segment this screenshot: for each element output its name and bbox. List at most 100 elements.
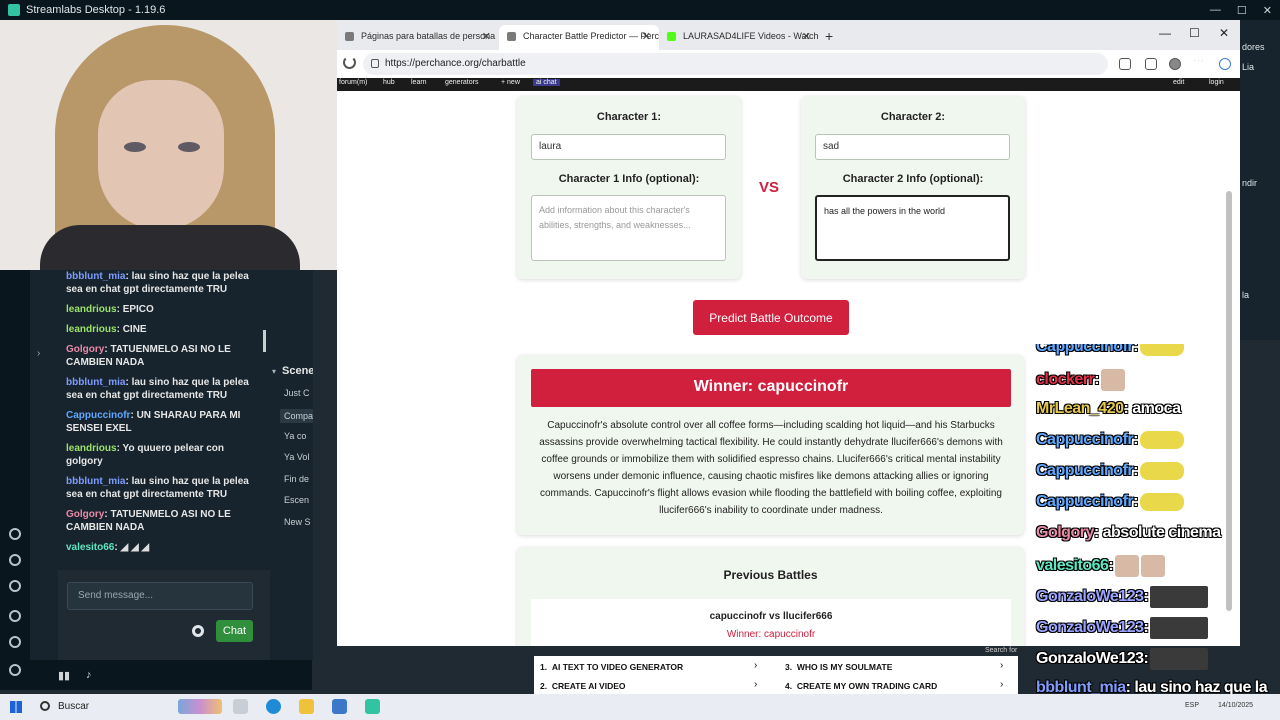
bookmark-new[interactable]: + new <box>501 79 520 86</box>
predict-battle-button[interactable]: Predict Battle Outcome <box>693 300 849 335</box>
task-view-icon[interactable] <box>233 699 248 714</box>
nav-cog-icon[interactable] <box>9 636 21 648</box>
chat-username[interactable]: valesito66 <box>66 542 114 553</box>
collapsed-panel: › <box>30 270 58 690</box>
character-1-input[interactable]: laura <box>531 134 726 160</box>
chat-username[interactable]: leandrious <box>66 304 117 315</box>
emote-icon <box>1115 555 1140 577</box>
chat-panel: bbblunt_mia: lau sino haz que la pelea s… <box>58 270 270 570</box>
taskbar-search[interactable]: Buscar <box>58 701 89 712</box>
new-tab-icon[interactable]: + <box>825 28 833 44</box>
security-shield-icon[interactable] <box>332 699 347 714</box>
windows-start-icon[interactable] <box>10 701 22 713</box>
overlay-chat-line: Cappuccinofr: <box>1036 344 1184 356</box>
edit-link[interactable]: edit <box>1173 79 1184 86</box>
chat-username[interactable]: bbblunt_mia <box>66 271 125 282</box>
overlay-text: : <box>1143 588 1149 606</box>
tab-close-icon[interactable]: ✕ <box>642 30 651 43</box>
nav-profile-icon[interactable] <box>9 664 21 676</box>
bookmarks-bar: forum(m) hub learn generators + new ai c… <box>337 78 1240 91</box>
collapse-arrow-icon[interactable]: ▾ <box>272 367 276 376</box>
scene-item[interactable]: Fin de <box>284 474 309 484</box>
minimize-icon[interactable]: — <box>1210 4 1221 16</box>
tab-batallas[interactable]: Páginas para batallas de persona ✕ <box>337 25 499 50</box>
chat-message: valesito66: ◢ ◢ ◢ <box>66 541 262 554</box>
bookmark-hub[interactable]: hub <box>383 79 395 86</box>
scene-item[interactable]: New S <box>284 517 311 527</box>
character-2-info-label: Character 2 Info (optional): <box>842 173 984 185</box>
more-menu-icon[interactable]: ⋯ <box>1193 54 1205 67</box>
character-2-info-textarea[interactable]: has all the powers in the world <box>815 195 1010 261</box>
chevron-right-icon[interactable]: › <box>1000 660 1003 671</box>
close-icon[interactable]: ✕ <box>1263 4 1272 17</box>
login-link[interactable]: login <box>1209 79 1224 86</box>
scene-item[interactable]: Escen <box>284 495 309 505</box>
favorites-icon[interactable] <box>1145 58 1157 70</box>
language-indicator[interactable]: ESP <box>1185 702 1199 709</box>
clock-date[interactable]: 14/10/2025 <box>1218 702 1253 709</box>
bookmark-generators[interactable]: generators <box>445 79 478 86</box>
scene-item[interactable]: Just C <box>284 388 310 398</box>
address-bar-row: https://perchance.org/charbattle ⋯ <box>337 50 1240 78</box>
overlay-username: Cappuccinofr <box>1036 431 1134 449</box>
chat-username[interactable]: Golgory <box>66 509 104 520</box>
bookmark-forum[interactable]: forum(m) <box>339 79 367 86</box>
nav-settings-icon[interactable] <box>9 554 21 566</box>
character-1-info-textarea[interactable]: Add information about this character's a… <box>531 195 726 261</box>
chevron-right-icon[interactable]: › <box>754 679 757 690</box>
stats-icon[interactable]: ▮▮ <box>58 669 70 682</box>
chat-scrollbar[interactable] <box>263 330 266 352</box>
maximize-icon[interactable]: ☐ <box>1237 4 1247 17</box>
tab-close-icon[interactable]: ✕ <box>802 30 811 43</box>
tab-close-icon[interactable]: ✕ <box>482 30 491 43</box>
ad-item-2[interactable]: 2. CREATE AI VIDEO <box>540 681 626 691</box>
character-2-card: Character 2: sad Character 2 Info (optio… <box>801 96 1025 279</box>
chevron-right-icon[interactable]: › <box>37 348 40 359</box>
reload-icon[interactable] <box>343 56 356 69</box>
browser-minimize-icon[interactable]: — <box>1159 26 1171 40</box>
scene-item[interactable]: Ya Vol <box>284 452 309 462</box>
chat-username[interactable]: Golgory <box>66 344 104 355</box>
send-message-input[interactable]: Send message... <box>67 582 253 610</box>
chat-message: bbblunt_mia: lau sino haz que la pelea s… <box>66 376 262 402</box>
bookmark-learn[interactable]: learn <box>411 79 427 86</box>
previous-battle-entry[interactable]: capuccinofr vs llucifer666 Winner: capuc… <box>531 599 1011 646</box>
nav-plugin-icon[interactable] <box>9 610 21 622</box>
right-panel-label: Lia <box>1242 62 1255 72</box>
chat-username[interactable]: leandrious <box>66 443 117 454</box>
tab-character-battle[interactable]: Character Battle Predictor — Perc ✕ <box>499 25 659 50</box>
overlay-text: : amoca <box>1123 400 1181 417</box>
url-field[interactable]: https://perchance.org/charbattle <box>363 53 1108 75</box>
edge-icon[interactable] <box>266 699 281 714</box>
search-icon[interactable] <box>40 701 50 711</box>
chat-username[interactable]: bbblunt_mia <box>66 377 125 388</box>
ad-item-1[interactable]: 1. AI TEXT TO VIDEO GENERATOR <box>540 662 683 672</box>
browser-maximize-icon[interactable]: ☐ <box>1189 26 1200 40</box>
extensions-icon[interactable] <box>1119 58 1131 70</box>
chat-settings-gear-icon[interactable] <box>192 625 204 637</box>
chat-username[interactable]: leandrious <box>66 324 117 335</box>
ad-item-4[interactable]: 4. CREATE MY OWN TRADING CARD <box>785 681 937 691</box>
nav-gear-icon[interactable] <box>9 580 21 592</box>
tab-kick-videos[interactable]: LAURASAD4LIFE Videos - Watch ✕ <box>659 25 819 50</box>
profile-avatar-icon[interactable] <box>1169 58 1181 70</box>
scene-item[interactable]: Ya co <box>284 431 306 441</box>
chat-send-button[interactable]: Chat <box>216 620 253 642</box>
widget-icon[interactable] <box>178 699 222 714</box>
bookmark-ai-chat[interactable]: ai chat <box>533 79 560 86</box>
chevron-right-icon[interactable]: › <box>754 660 757 671</box>
notification-bell-icon[interactable]: ♪ <box>86 669 92 681</box>
nav-theme-icon[interactable] <box>9 528 21 540</box>
webcam-face <box>98 80 224 230</box>
character-2-input[interactable]: sad <box>815 134 1010 160</box>
scene-item[interactable]: Compa <box>280 409 313 423</box>
browser-close-icon[interactable]: ✕ <box>1219 26 1229 40</box>
overlay-chat-line: bbblunt_mia: lau sino haz que la <box>1036 679 1268 694</box>
chat-username[interactable]: bbblunt_mia <box>66 476 125 487</box>
ad-item-3[interactable]: 3. WHO IS MY SOULMATE <box>785 662 892 672</box>
chevron-right-icon[interactable]: › <box>1000 679 1003 690</box>
chat-username[interactable]: Cappuccinofr <box>66 410 130 421</box>
streamlabs-taskbar-icon[interactable] <box>365 699 380 714</box>
file-explorer-icon[interactable] <box>299 699 314 714</box>
copilot-icon[interactable] <box>1219 58 1231 70</box>
